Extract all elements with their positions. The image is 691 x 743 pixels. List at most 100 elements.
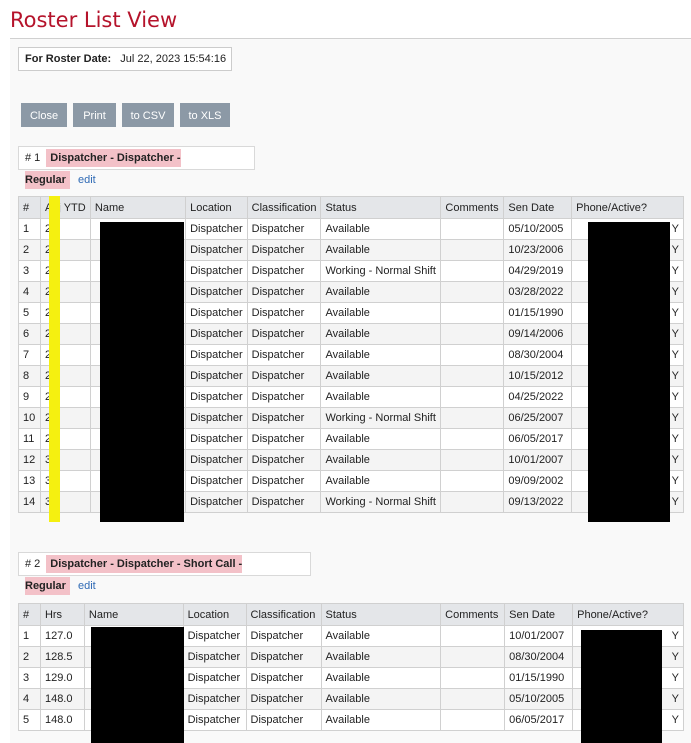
column-header[interactable]: Status (320, 196, 442, 219)
table-cell: Working - Normal Shift (320, 407, 442, 429)
column-header[interactable]: Name (89, 196, 187, 219)
group-1-number: # 1 (25, 152, 41, 164)
redaction-name-2 (91, 627, 184, 743)
table-cell: 30 (39, 470, 91, 492)
table-cell (440, 281, 505, 303)
table-cell: 29 (39, 218, 91, 240)
table-cell: 01/15/1990 (504, 667, 574, 689)
table-cell: 29 (39, 365, 91, 387)
table-cell: 06/05/2017 (503, 428, 573, 450)
group-2-edit-link[interactable]: edit (78, 580, 96, 592)
table-cell: 05/10/2005 (504, 688, 574, 710)
table-cell: 29 (39, 407, 91, 429)
table-cell: Dispatcher (182, 667, 247, 689)
table-cell: 05/10/2005 (503, 218, 573, 240)
table-cell: Available (320, 709, 442, 731)
table-cell: Available (320, 386, 442, 408)
table-cell: 10/01/2007 (503, 449, 573, 471)
table-cell: 04/29/2019 (503, 260, 573, 282)
redaction-phone-2 (581, 630, 662, 743)
table-cell (440, 239, 505, 261)
to-xls-button[interactable]: to XLS (180, 103, 230, 127)
group-1-edit-link[interactable]: edit (78, 174, 96, 186)
column-header[interactable]: Hrs (39, 603, 85, 626)
table-cell (440, 625, 506, 647)
table-cell: 13 (18, 470, 41, 492)
table-cell: 128.5 (39, 646, 85, 668)
column-header[interactable]: Sen Date (504, 603, 574, 626)
table-cell: 148.0 (39, 688, 85, 710)
column-header[interactable]: Comments (440, 603, 506, 626)
table-header-row: # Hrs Name Location Classification Status Comm… (18, 603, 684, 626)
table-cell: 06/05/2017 (504, 709, 574, 731)
column-header[interactable]: Location (185, 196, 248, 219)
table-cell (440, 470, 505, 492)
group-2-header: # 2 Dispatcher - Dispatcher - Short Call … (18, 552, 311, 595)
close-button[interactable]: Close (21, 103, 67, 127)
table-cell: 4 (18, 688, 41, 710)
column-header[interactable]: Phone/Active? (571, 196, 684, 219)
table-cell: 29 (39, 260, 91, 282)
table-cell: 2 (18, 646, 41, 668)
column-header[interactable]: Adj YTD (39, 196, 91, 219)
table-cell (440, 449, 505, 471)
table-cell: Dispatcher (245, 667, 322, 689)
table-cell: 9 (18, 386, 41, 408)
table-cell: 10/23/2006 (503, 239, 573, 261)
column-header[interactable]: Status (320, 603, 442, 626)
column-header[interactable]: Phone/Active? (572, 603, 684, 626)
table-header-row: # Adj YTD Name Location Classification Status… (18, 196, 684, 219)
group-2-number: # 2 (25, 558, 41, 570)
table-cell: Dispatcher (185, 218, 248, 240)
table-cell: Dispatcher (182, 625, 247, 647)
table-cell: Dispatcher (246, 491, 322, 513)
table-cell: Dispatcher (245, 688, 322, 710)
table-cell: Dispatcher (245, 646, 322, 668)
table-cell (440, 491, 505, 513)
column-header[interactable]: Sen Date (503, 196, 573, 219)
column-header[interactable]: Classification (245, 603, 322, 626)
table-cell: 30 (39, 449, 91, 471)
table-cell: Dispatcher (246, 365, 322, 387)
table-cell: Available (320, 323, 442, 345)
table-cell (440, 646, 506, 668)
table-cell (440, 428, 505, 450)
print-button[interactable]: Print (73, 103, 116, 127)
column-header[interactable]: # (18, 603, 41, 626)
table-cell: Dispatcher (185, 428, 248, 450)
table-cell (440, 407, 505, 429)
table-cell: Available (320, 625, 442, 647)
column-header[interactable]: Classification (246, 196, 322, 219)
table-cell (440, 323, 505, 345)
table-cell: 129.0 (39, 667, 85, 689)
table-cell: Dispatcher (182, 709, 247, 731)
table-cell: 09/14/2006 (503, 323, 573, 345)
table-cell: Available (320, 646, 442, 668)
table-cell: 127.0 (39, 625, 85, 647)
table-cell: 148.0 (39, 709, 85, 731)
table-cell: Working - Normal Shift (320, 260, 442, 282)
redaction-phone-1 (588, 222, 670, 522)
table-cell: Dispatcher (245, 709, 322, 731)
page-title: Roster List View (10, 8, 178, 32)
table-cell: Dispatcher (185, 344, 248, 366)
table-cell (440, 365, 505, 387)
column-header[interactable]: Name (83, 603, 184, 626)
table-cell: Available (320, 470, 442, 492)
table-cell: Dispatcher (246, 260, 322, 282)
column-header[interactable]: # (18, 196, 41, 219)
to-csv-button[interactable]: to CSV (122, 103, 174, 127)
table-cell: Dispatcher (246, 386, 322, 408)
table-cell: Dispatcher (246, 218, 322, 240)
table-cell: 11 (18, 428, 41, 450)
table-cell: Available (320, 667, 442, 689)
table-cell: 01/15/1990 (503, 302, 573, 324)
column-header[interactable]: Location (182, 603, 247, 626)
table-cell: Available (320, 218, 442, 240)
table-cell: Dispatcher (182, 646, 247, 668)
group-1-header: # 1 Dispatcher - Dispatcher - Regular edit (18, 146, 255, 189)
table-cell: 3 (18, 260, 41, 282)
table-cell: 08/30/2004 (503, 344, 573, 366)
table-cell: Dispatcher (245, 625, 322, 647)
column-header[interactable]: Comments (440, 196, 505, 219)
